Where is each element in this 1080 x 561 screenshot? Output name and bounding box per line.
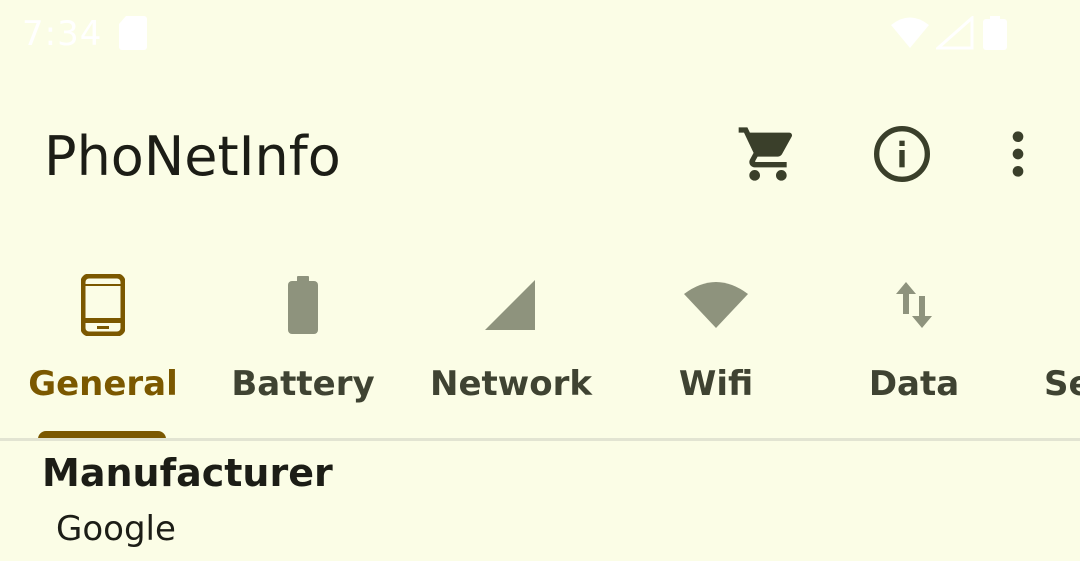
tab-partial-label: Se (1044, 364, 1080, 404)
app-bar: PhoNetInfo (0, 70, 1080, 246)
more-vert-icon[interactable] (986, 122, 1050, 186)
phone-icon (68, 270, 138, 340)
tab-network[interactable]: Network (426, 246, 596, 438)
cart-icon[interactable] (736, 122, 800, 186)
tab-bar: General Battery Network Wifi Data S (0, 246, 1080, 441)
tab-wifi[interactable]: Wifi (646, 246, 786, 438)
battery-icon (268, 270, 338, 340)
signal-icon (934, 14, 976, 54)
tab-partial[interactable]: Se (1030, 246, 1080, 438)
tab-general-label: General (28, 364, 178, 404)
status-time: 7:34 (22, 14, 103, 54)
tab-wifi-label: Wifi (678, 364, 754, 404)
battery-icon (982, 16, 1008, 54)
status-icons (890, 14, 1008, 54)
sd-card-icon (118, 16, 148, 54)
field-label: Manufacturer (42, 451, 333, 495)
field-value: Google (56, 509, 176, 549)
signal-icon (476, 270, 546, 340)
tab-data-label: Data (868, 364, 960, 404)
data-arrows-icon (879, 270, 949, 340)
app-title: PhoNetInfo (44, 125, 341, 188)
tab-network-label: Network (430, 364, 592, 404)
tab-general[interactable]: General (20, 246, 186, 438)
status-bar: 7:34 (0, 0, 1080, 70)
info-list: Manufacturer Google (0, 441, 1080, 561)
info-icon[interactable] (870, 122, 934, 186)
tab-battery[interactable]: Battery (224, 246, 382, 438)
wifi-icon (890, 16, 930, 54)
wifi-icon (681, 270, 751, 340)
tab-battery-label: Battery (231, 364, 375, 404)
tab-data[interactable]: Data (856, 246, 972, 438)
